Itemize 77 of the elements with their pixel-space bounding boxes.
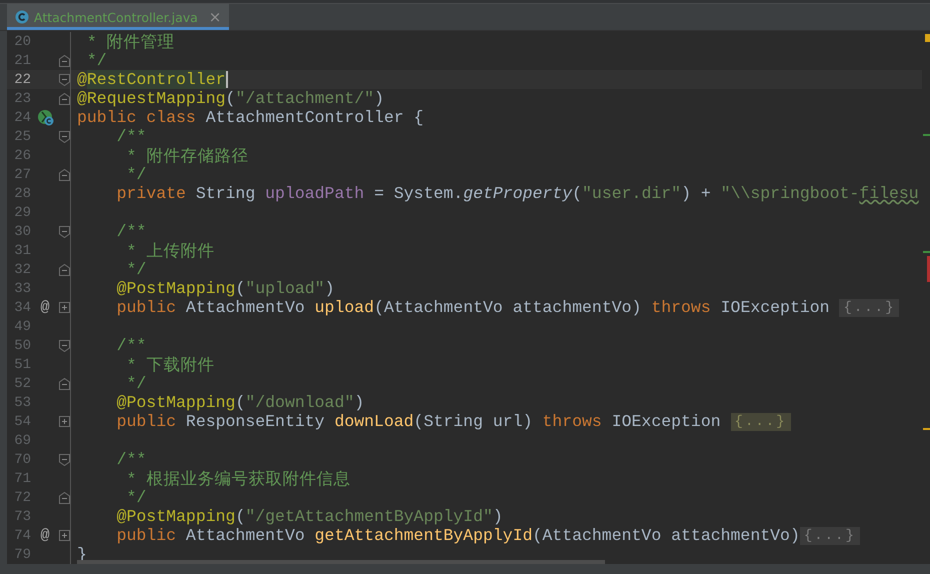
- code-line: /**: [116, 222, 146, 241]
- line-number: 32: [13, 262, 31, 278]
- line-number: 24: [13, 110, 31, 126]
- code-line: @PostMapping("upload"): [116, 279, 334, 298]
- code-line: public class AttachmentController {: [77, 108, 424, 127]
- override-marker[interactable]: @: [40, 527, 50, 544]
- code-line: /**: [116, 336, 146, 355]
- file-tab[interactable]: AttachmentController.java ×: [7, 4, 230, 30]
- override-marker[interactable]: @: [40, 299, 50, 316]
- code-line: * 下载附件: [126, 354, 214, 376]
- code-line: public ResponseEntity downLoad(String url) throws IOException: [116, 412, 722, 431]
- code-line: * 上传附件: [126, 240, 214, 262]
- text-caret: [226, 71, 228, 88]
- fold-end-icon[interactable]: [59, 378, 70, 390]
- line-number: 28: [13, 186, 31, 202]
- code-line: * 附件存储路径: [126, 146, 248, 166]
- code-line: */: [86, 51, 107, 70]
- line-number: 33: [13, 280, 31, 296]
- line-number: 70: [13, 452, 31, 468]
- line-number: 74: [13, 528, 31, 544]
- code-line: * 附件管理: [86, 32, 175, 52]
- code-line: @RestController: [77, 70, 226, 89]
- line-number: 27: [13, 166, 31, 182]
- fold-end-icon[interactable]: [59, 264, 70, 276]
- code-line: @RequestMapping("/attachment/"): [77, 89, 384, 108]
- tab-label: AttachmentController.java: [34, 10, 198, 24]
- code-line: /**: [116, 127, 146, 146]
- fold-start-icon[interactable]: [59, 454, 70, 466]
- line-number: 73: [13, 508, 31, 524]
- line-number: 31: [13, 242, 31, 258]
- code-line: private String uploadPath = System.getProperty("user.dir") + "\\springboot-filesu: [116, 184, 919, 203]
- code-line: */: [126, 260, 146, 279]
- fold-end-icon[interactable]: [59, 54, 70, 66]
- folded-code-placeholder[interactable]: {...}: [730, 412, 791, 430]
- line-number: 25: [13, 128, 31, 144]
- class-file-icon: [15, 10, 29, 24]
- fold-start-icon[interactable]: [59, 226, 70, 238]
- fold-end-icon[interactable]: [59, 92, 70, 104]
- code-line: public AttachmentVo getAttachmentByApplyId(AttachmentVo attachmentVo): [116, 526, 800, 545]
- line-number: 72: [13, 490, 31, 506]
- line-number: 23: [13, 90, 31, 106]
- close-icon[interactable]: ×: [208, 8, 222, 26]
- code-line: * 根据业务编号获取附件信息: [126, 468, 350, 490]
- fold-start-icon[interactable]: [59, 340, 70, 352]
- expand-icon[interactable]: [59, 530, 70, 542]
- line-number: 71: [13, 470, 31, 486]
- line-number: 26: [13, 148, 31, 164]
- folded-code-placeholder[interactable]: {...}: [800, 526, 860, 544]
- line-number: 50: [13, 338, 31, 354]
- code-line: @PostMapping("/getAttachmentByApplyId"): [116, 507, 503, 526]
- fold-end-icon[interactable]: [59, 168, 70, 180]
- expand-icon[interactable]: [59, 416, 70, 428]
- code-line: */: [126, 374, 146, 393]
- folded-code-placeholder[interactable]: {...}: [839, 298, 900, 316]
- line-number: 51: [13, 356, 31, 372]
- line-number: 54: [13, 414, 31, 430]
- code-line: @PostMapping("/download"): [116, 393, 364, 412]
- code-line: */: [126, 165, 146, 184]
- line-number: 53: [13, 394, 31, 410]
- line-number: 22: [13, 72, 31, 88]
- line-number: 29: [13, 204, 31, 220]
- line-number: 21: [13, 52, 31, 68]
- code-line: */: [126, 488, 146, 507]
- fold-end-icon[interactable]: [59, 492, 70, 504]
- fold-start-icon[interactable]: [59, 130, 70, 142]
- line-number: 69: [13, 432, 31, 448]
- line-number: 34: [13, 300, 31, 316]
- line-number: 49: [13, 318, 31, 334]
- code-line: public AttachmentVo upload(AttachmentVo attachmentVo) throws IOException: [116, 298, 831, 317]
- line-number: 79: [13, 546, 31, 562]
- line-number: 30: [13, 224, 31, 240]
- fold-start-icon[interactable]: [59, 74, 70, 86]
- class-run-icon: [36, 109, 54, 126]
- line-number: 20: [13, 34, 31, 50]
- expand-icon[interactable]: [59, 302, 70, 314]
- line-number: 52: [13, 376, 31, 392]
- code-line: /**: [116, 450, 146, 469]
